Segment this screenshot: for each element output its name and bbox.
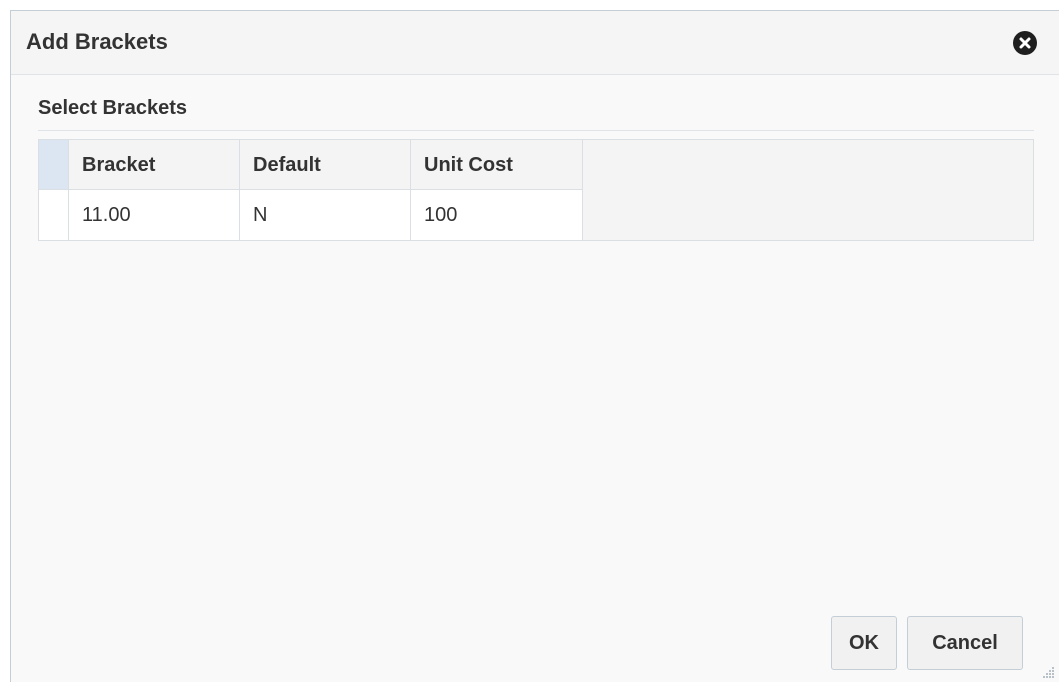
table-cell-bracket[interactable]: 11.00 [69,190,240,240]
close-x-glyph [1019,37,1031,49]
cancel-button[interactable]: Cancel [907,616,1023,670]
resize-grip-icon[interactable] [1041,665,1055,679]
table-cell-default[interactable]: N [240,190,411,240]
brackets-table: Bracket Default Unit Cost 11.00 N 100 [38,139,1034,241]
row-selector[interactable] [39,190,69,240]
add-brackets-dialog: Add Brackets Select Brackets Bracket Def… [10,10,1059,682]
column-header-unit-cost[interactable]: Unit Cost [411,140,583,190]
ok-button[interactable]: OK [831,616,897,670]
close-icon[interactable] [1013,31,1037,55]
column-header-bracket[interactable]: Bracket [69,140,240,190]
section-title: Select Brackets [38,97,187,119]
table-cell-unit-cost[interactable]: 100 [411,190,583,240]
dialog-title: Add Brackets [26,29,168,54]
section-divider [38,130,1034,131]
select-all-cell[interactable] [39,140,69,190]
column-header-default[interactable]: Default [240,140,411,190]
dialog-titlebar[interactable]: Add Brackets [11,11,1059,75]
